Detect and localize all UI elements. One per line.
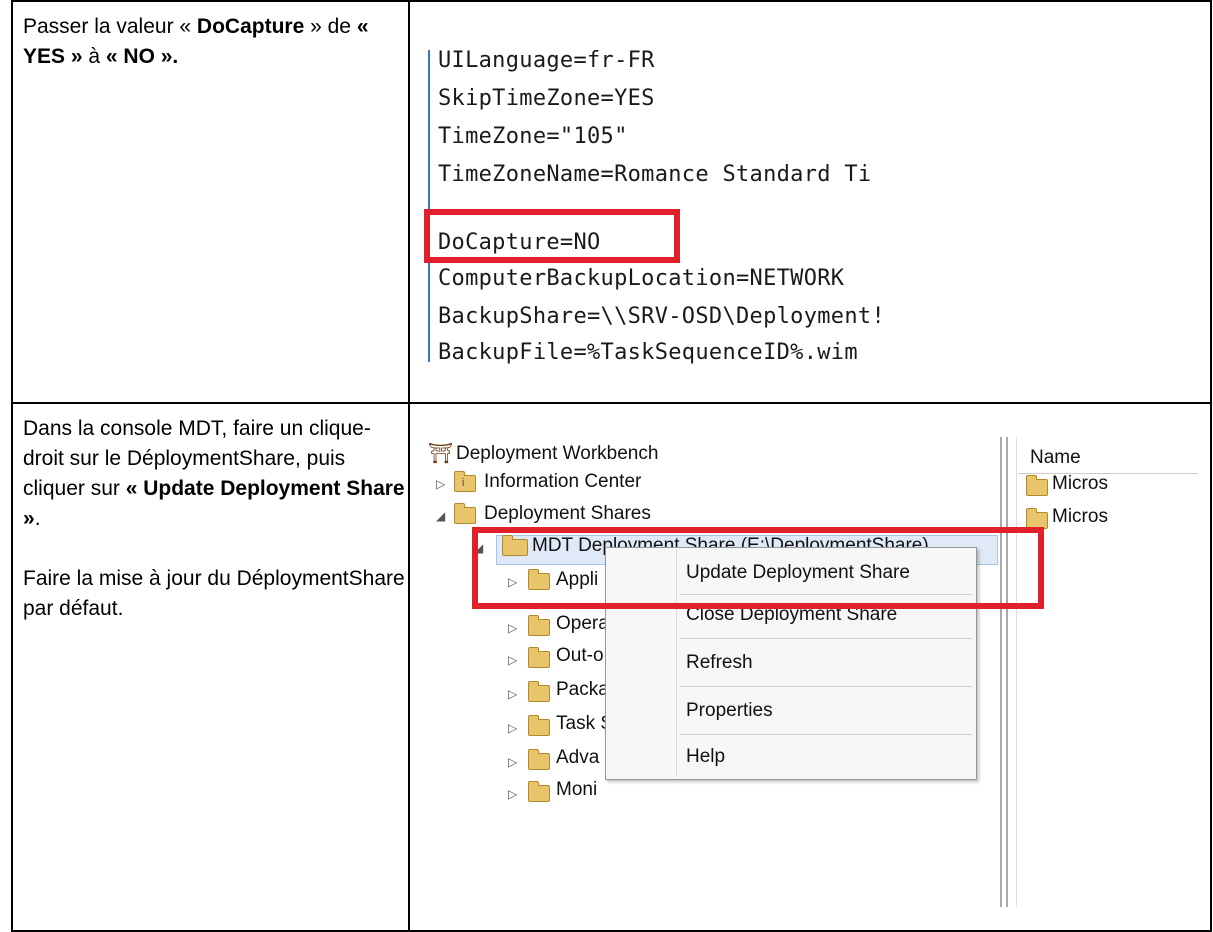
menu-separator — [680, 638, 972, 639]
expand-arrow-icon[interactable]: ▷ — [508, 755, 517, 769]
text-span: Faire la mise à jour du DéploymentShare … — [23, 567, 405, 620]
folder-icon — [528, 681, 550, 702]
text-span: » de — [304, 15, 357, 38]
text-span: . — [34, 507, 41, 530]
expand-arrow-icon[interactable]: ▷ — [508, 687, 517, 701]
new-value: « NO ». — [105, 45, 179, 68]
header-divider — [1018, 473, 1198, 474]
instruction-table: Passer la valeur « DoCapture » de « YES … — [11, 0, 1212, 932]
folder-icon — [528, 749, 550, 770]
menu-item-help[interactable]: Help — [686, 746, 725, 768]
menu-separator — [680, 686, 972, 687]
list-item[interactable]: Micros — [1052, 506, 1108, 528]
screenshot-cell: ⛩ Deployment Workbench ▷ i Information C… — [408, 402, 1212, 932]
ini-editor-screenshot: UILanguage=fr-FR SkipTimeZone=YES TimeZo… — [418, 40, 978, 370]
tree-item-operating-systems[interactable]: Opera — [556, 613, 609, 635]
instruction-text: Dans la console MDT, faire un clique-dro… — [13, 404, 408, 624]
folder-icon — [454, 503, 476, 524]
instruction-cell: Dans la console MDT, faire un clique-dro… — [11, 402, 410, 932]
expand-arrow-icon[interactable]: ▷ — [508, 653, 517, 667]
screenshot-cell: UILanguage=fr-FR SkipTimeZone=YES TimeZo… — [408, 0, 1212, 404]
pane-border — [1016, 437, 1017, 907]
code-line: TimeZone="105" — [438, 124, 628, 149]
workbench-icon: ⛩ — [428, 443, 454, 465]
code-line: TimeZoneName=Romance Standard Ti — [438, 162, 872, 187]
highlight-box — [424, 209, 680, 263]
tree-item-advanced-configuration[interactable]: Adva — [556, 747, 599, 769]
key-name: DoCapture — [196, 15, 305, 38]
expand-arrow-icon[interactable]: ▷ — [436, 477, 445, 491]
table-row: Dans la console MDT, faire un clique-dro… — [11, 402, 1212, 932]
tree-item-monitoring[interactable]: Moni — [556, 779, 597, 801]
folder-icon: i — [454, 471, 476, 492]
task-sequence-icon — [1026, 475, 1048, 496]
text-span: à — [82, 45, 106, 68]
text-span: Passer la valeur « — [23, 15, 197, 38]
code-line: BackupShare=\\SRV-OSD\Deployment! — [438, 304, 885, 329]
pane-splitter[interactable] — [1000, 437, 1002, 907]
code-line: BackupFile=%TaskSequenceID%.wim — [438, 340, 858, 365]
tree-item-out-of-box-drivers[interactable]: Out-o — [556, 645, 604, 667]
menu-separator — [680, 734, 972, 735]
tree-root[interactable]: Deployment Workbench — [456, 443, 658, 465]
column-header-name[interactable]: Name — [1030, 447, 1081, 469]
code-line: ComputerBackupLocation=NETWORK — [438, 266, 845, 291]
list-item[interactable]: Micros — [1052, 473, 1108, 495]
expand-arrow-icon[interactable]: ▷ — [508, 787, 517, 801]
menu-item-refresh[interactable]: Refresh — [686, 652, 753, 674]
folder-icon — [528, 715, 550, 736]
editor-margin-line — [428, 50, 430, 362]
tree-item-packages[interactable]: Packa — [556, 679, 609, 701]
instruction-text: Passer la valeur « DoCapture » de « YES … — [13, 2, 408, 72]
expand-arrow-icon[interactable]: ▷ — [508, 721, 517, 735]
collapse-arrow-icon[interactable]: ◢ — [436, 509, 445, 523]
menu-item-properties[interactable]: Properties — [686, 700, 773, 722]
tree-item-deployment-shares[interactable]: Deployment Shares — [484, 503, 651, 525]
highlight-box — [472, 527, 1044, 609]
code-line: SkipTimeZone=YES — [438, 86, 655, 111]
folder-icon — [528, 781, 550, 802]
pane-splitter — [1006, 437, 1008, 907]
mdt-console-screenshot: ⛩ Deployment Workbench ▷ i Information C… — [418, 429, 1198, 919]
code-line: UILanguage=fr-FR — [438, 48, 655, 73]
table-row: Passer la valeur « DoCapture » de « YES … — [11, 0, 1212, 404]
folder-icon — [528, 615, 550, 636]
expand-arrow-icon[interactable]: ▷ — [508, 621, 517, 635]
tree-item-information-center[interactable]: Information Center — [484, 471, 641, 493]
instruction-cell: Passer la valeur « DoCapture » de « YES … — [11, 0, 410, 404]
folder-icon — [528, 647, 550, 668]
